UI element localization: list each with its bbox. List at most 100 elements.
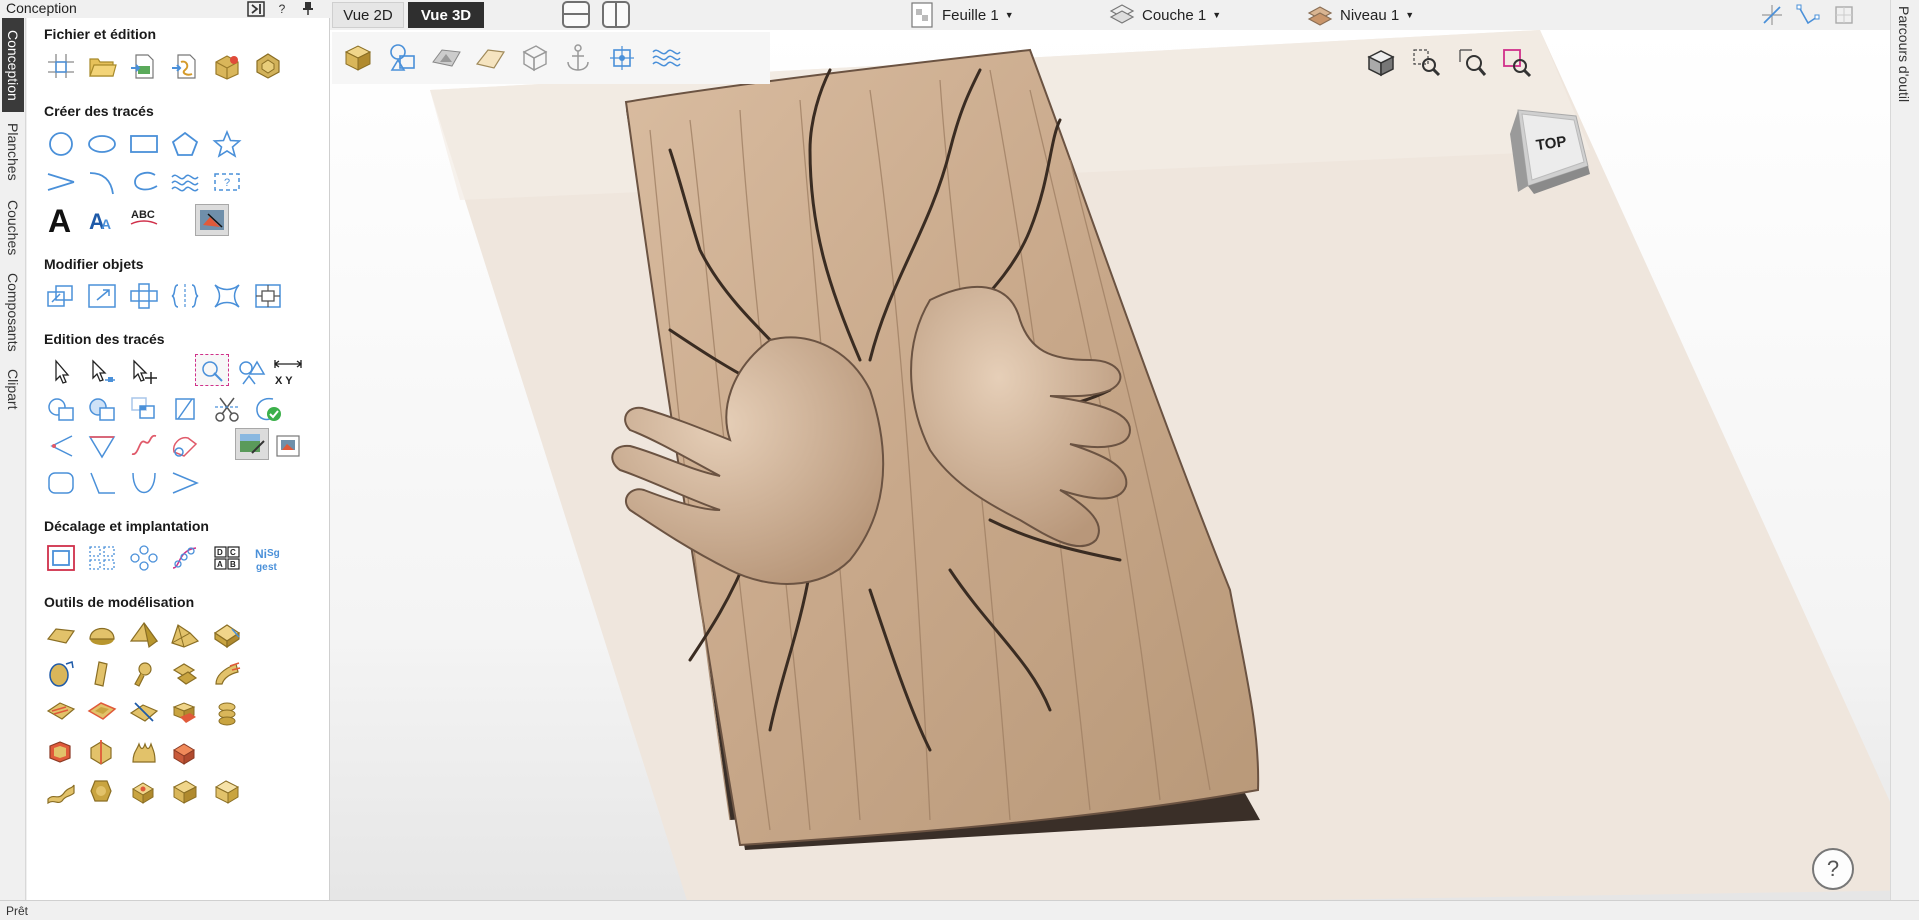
intersect-icon[interactable] bbox=[127, 393, 161, 425]
select-arrow-icon[interactable] bbox=[44, 356, 78, 388]
layer-dropdown[interactable]: Couche 1 ▼ bbox=[1108, 2, 1221, 28]
distort-object-icon[interactable] bbox=[210, 280, 244, 312]
wave-tool-icon[interactable] bbox=[168, 166, 202, 198]
import-model-icon[interactable] bbox=[210, 50, 244, 82]
image-edit-icon[interactable] bbox=[235, 428, 269, 460]
model-tool-icon[interactable] bbox=[85, 775, 119, 807]
u-curve-icon[interactable] bbox=[127, 467, 161, 499]
model-tool-icon[interactable] bbox=[210, 658, 244, 690]
smooth-curve-icon[interactable] bbox=[127, 430, 161, 462]
angle-tool-icon[interactable] bbox=[85, 467, 119, 499]
chamfer-icon[interactable] bbox=[85, 430, 119, 462]
zoom-selection-icon[interactable] bbox=[1498, 44, 1536, 82]
center-object-icon[interactable] bbox=[251, 280, 285, 312]
zoom-fit-icon[interactable] bbox=[1454, 44, 1492, 82]
extend-vector-icon[interactable] bbox=[168, 430, 202, 462]
scissors-icon[interactable] bbox=[210, 393, 244, 425]
model-tool-icon[interactable] bbox=[210, 775, 244, 807]
model-tool-icon[interactable] bbox=[168, 736, 202, 768]
polygon-tool-icon[interactable] bbox=[168, 128, 202, 160]
show-wireframe-icon[interactable] bbox=[514, 38, 554, 78]
vector-snap-icon[interactable] bbox=[1794, 2, 1822, 28]
pin-icon[interactable] bbox=[298, 1, 318, 18]
mirror-object-icon[interactable] bbox=[127, 280, 161, 312]
model-tool-icon[interactable] bbox=[168, 658, 202, 690]
arc-tool-icon[interactable] bbox=[85, 166, 119, 198]
view-2d-button[interactable]: Vue 2D bbox=[332, 2, 404, 28]
snap-option-icon[interactable] bbox=[1758, 2, 1786, 28]
toolpath-preview-icon[interactable] bbox=[602, 38, 642, 78]
circle-tool-icon[interactable] bbox=[44, 128, 78, 160]
text-on-curve-icon[interactable]: ABC bbox=[127, 204, 161, 236]
model-tool-icon[interactable] bbox=[85, 736, 119, 768]
question-icon[interactable]: ? bbox=[1812, 848, 1854, 890]
side-tab-couches[interactable]: Couches bbox=[2, 192, 24, 264]
single-view-layout-icon[interactable] bbox=[562, 1, 590, 28]
model-tool-icon[interactable] bbox=[168, 775, 202, 807]
grid-snap-icon[interactable] bbox=[1830, 2, 1858, 28]
bitmap-trace-icon[interactable] bbox=[195, 204, 229, 236]
side-tab-conception[interactable]: Conception bbox=[2, 18, 24, 112]
anchor-icon[interactable] bbox=[558, 38, 598, 78]
fillet-icon[interactable] bbox=[44, 430, 78, 462]
scale-object-icon[interactable] bbox=[85, 280, 119, 312]
show-material-icon[interactable] bbox=[470, 38, 510, 78]
slice-icon[interactable] bbox=[168, 393, 202, 425]
polyline-tool-icon[interactable] bbox=[44, 166, 78, 198]
transform-select-icon[interactable] bbox=[127, 356, 161, 388]
model-tool-icon[interactable] bbox=[85, 658, 119, 690]
offset-icon[interactable] bbox=[44, 542, 78, 574]
render-model-icon[interactable] bbox=[338, 38, 378, 78]
collapse-panel-icon[interactable] bbox=[246, 1, 266, 18]
view-3d-button[interactable]: Vue 3D bbox=[408, 2, 484, 28]
align-object-icon[interactable] bbox=[168, 280, 202, 312]
show-bitmap-icon[interactable] bbox=[426, 38, 466, 78]
model-tool-icon[interactable] bbox=[127, 736, 161, 768]
array-copy-icon[interactable] bbox=[85, 542, 119, 574]
model-tool-icon[interactable] bbox=[44, 619, 78, 651]
model-tool-icon[interactable] bbox=[210, 619, 244, 651]
model-tool-icon[interactable] bbox=[44, 775, 78, 807]
rectangle-tool-icon[interactable] bbox=[127, 128, 161, 160]
model-tool-icon[interactable] bbox=[44, 658, 78, 690]
model-tool-icon[interactable] bbox=[127, 775, 161, 807]
text-nesting-icon[interactable]: Ni Sg ge st bbox=[251, 542, 285, 574]
model-tool-icon[interactable] bbox=[168, 619, 202, 651]
side-tab-planches[interactable]: Planches bbox=[2, 114, 24, 190]
copy-along-path-icon[interactable] bbox=[168, 542, 202, 574]
model-tool-icon[interactable] bbox=[85, 619, 119, 651]
model-tool-icon[interactable] bbox=[210, 697, 244, 729]
dimension-tool-icon[interactable]: ? bbox=[210, 166, 244, 198]
level-dropdown[interactable]: Niveau 1 ▼ bbox=[1306, 2, 1414, 28]
image-align-icon[interactable] bbox=[271, 430, 305, 462]
view-cube[interactable]: TOP bbox=[1506, 104, 1596, 194]
shapes-node-icon[interactable] bbox=[235, 356, 269, 388]
import-file-icon[interactable] bbox=[127, 50, 161, 82]
toolpath-lines-icon[interactable] bbox=[646, 38, 686, 78]
3d-viewport[interactable]: TOP ? bbox=[330, 30, 1890, 900]
rounded-rect-icon[interactable] bbox=[44, 467, 78, 499]
join-vectors-icon[interactable] bbox=[168, 467, 202, 499]
model-tool-icon[interactable] bbox=[127, 619, 161, 651]
model-tool-icon[interactable] bbox=[44, 736, 78, 768]
model-tool-icon[interactable] bbox=[127, 697, 161, 729]
node-edit-icon[interactable] bbox=[85, 356, 119, 388]
ellipse-tool-icon[interactable] bbox=[85, 128, 119, 160]
interactive-trim-icon[interactable] bbox=[195, 354, 229, 386]
circular-array-icon[interactable] bbox=[127, 542, 161, 574]
measure-xy-icon[interactable]: X Y bbox=[271, 356, 305, 388]
model-tool-icon[interactable] bbox=[44, 697, 78, 729]
zoom-box-icon[interactable] bbox=[1408, 44, 1446, 82]
text-tool-icon[interactable]: A bbox=[44, 204, 78, 236]
open-folder-icon[interactable] bbox=[85, 50, 119, 82]
sheet-dropdown[interactable]: Feuille 1 ▼ bbox=[908, 2, 1014, 28]
side-tab-clipart[interactable]: Clipart bbox=[2, 360, 24, 418]
toolpaths-tab[interactable]: Parcours d'outil bbox=[1896, 6, 1912, 102]
move-object-icon[interactable] bbox=[44, 280, 78, 312]
auto-text-icon[interactable]: AA bbox=[85, 204, 119, 236]
new-file-icon[interactable] bbox=[44, 50, 78, 82]
model-tool-icon[interactable] bbox=[168, 697, 202, 729]
help-icon[interactable]: ? bbox=[272, 1, 292, 18]
weld-icon[interactable] bbox=[44, 393, 78, 425]
model-tool-icon[interactable] bbox=[85, 697, 119, 729]
